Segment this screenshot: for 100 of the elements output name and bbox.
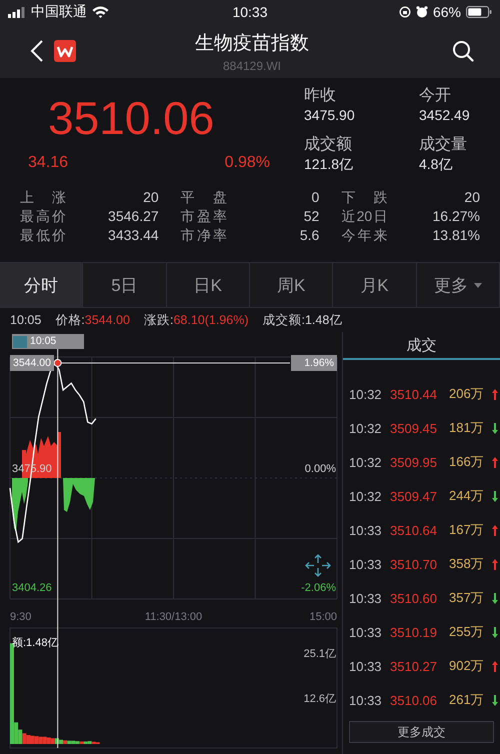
axis-label: 11:30/13:00	[144, 611, 202, 623]
wifi-icon	[92, 6, 109, 18]
trade-price: 3509.95	[390, 454, 438, 470]
up-arrow-icon	[492, 456, 498, 468]
stat-label: 最低价	[20, 227, 66, 244]
battery-icon	[466, 6, 492, 18]
cursor-time: 10:05	[10, 313, 42, 327]
change-percent: 0.98%	[224, 154, 270, 172]
chart-tab[interactable]: 日K	[166, 263, 250, 307]
info-label: 涨跌:	[144, 312, 174, 328]
trade-time: 10:32	[349, 386, 383, 402]
clock-time: 10:33	[232, 4, 268, 20]
field-value: 3452.49	[419, 106, 471, 124]
chart-tab[interactable]: 周K	[250, 263, 334, 307]
axis-label: 3404.26	[12, 582, 52, 594]
axis-label: 0.00%	[304, 463, 336, 475]
info-label: 成交额:	[262, 312, 305, 328]
field-value: 4.8亿	[419, 154, 454, 172]
axis-label: 12.6亿	[304, 693, 336, 705]
stat-value: 3433.44	[108, 227, 159, 244]
current-price: 3510.06	[47, 91, 216, 146]
chart-tab[interactable]: 5日	[83, 263, 167, 307]
field-label: 今开	[419, 86, 452, 106]
info-value: 68.10(1.96%)	[173, 313, 248, 327]
trade-volume: 181万	[449, 419, 485, 437]
stat-label: 下 跌	[341, 189, 388, 206]
trade-volume: 166万	[449, 453, 485, 471]
trade-time: 10:33	[349, 522, 383, 538]
trade-time: 10:33	[349, 692, 383, 708]
info-value: 1.48亿	[304, 312, 342, 328]
down-arrow-icon	[492, 422, 498, 434]
trade-volume: 902万	[449, 657, 485, 675]
stat-value: 5.6	[300, 227, 320, 244]
expand-icon[interactable]	[305, 554, 331, 577]
down-arrow-icon	[492, 592, 498, 604]
chart-tab[interactable]: 分时	[0, 263, 84, 307]
search-icon[interactable]	[452, 40, 474, 62]
trade-time: 10:33	[349, 624, 383, 640]
stat-label: 市净率	[180, 227, 227, 244]
stat-label: 市盈率	[180, 208, 227, 225]
stat-label: 上 涨	[20, 189, 66, 206]
trade-price: 3510.64	[390, 522, 438, 538]
rotation-lock-icon	[398, 6, 411, 18]
info-value: 3544.00	[84, 313, 130, 327]
trade-price: 3509.45	[390, 420, 438, 436]
field-label: 成交量	[419, 134, 468, 154]
trade-price: 3510.06	[390, 692, 438, 708]
trade-volume: 261万	[449, 691, 485, 709]
chart-tab[interactable]: 更多	[416, 263, 500, 307]
index-title: 生物疫苗指数	[195, 32, 309, 56]
back-icon[interactable]	[30, 39, 44, 63]
signal-icon	[8, 6, 26, 18]
trade-price: 3510.60	[390, 590, 438, 606]
chart-tab[interactable]: 月K	[333, 263, 417, 307]
battery-percent: 66%	[432, 4, 461, 20]
down-arrow-icon	[492, 626, 498, 638]
stat-value: 13.81%	[432, 227, 480, 244]
trade-price: 3510.70	[390, 556, 438, 572]
field-label: 成交额	[304, 134, 353, 154]
index-code: 884129.WI	[222, 58, 282, 72]
trade-time: 10:32	[349, 420, 383, 436]
trade-price: 3509.47	[390, 488, 438, 504]
alarm-icon	[416, 6, 428, 18]
trade-volume: 206万	[449, 385, 485, 403]
stat-label: 近20日	[341, 208, 388, 225]
trade-price: 3510.27	[390, 658, 438, 674]
stat-label: 平 盘	[180, 189, 227, 206]
crosshair-dot	[54, 358, 62, 367]
trade-volume: 358万	[449, 555, 485, 573]
trade-price: 3510.44	[390, 386, 438, 402]
up-arrow-icon	[492, 388, 498, 400]
trade-time: 10:33	[349, 590, 383, 606]
field-value: 3475.90	[304, 106, 356, 124]
trade-price: 3510.19	[390, 624, 438, 640]
trades-title: 成交	[406, 336, 436, 354]
stat-value: 52	[304, 208, 320, 225]
stat-value: 3546.27	[108, 208, 159, 225]
app-logo-icon	[54, 40, 76, 62]
trade-time: 10:32	[349, 454, 383, 470]
price-change: 34.16	[28, 154, 68, 172]
trade-volume: 244万	[449, 487, 485, 505]
crosshair-percent: 1.96%	[291, 354, 337, 371]
crosshair-price: 3544.00	[10, 354, 54, 371]
down-arrow-icon	[492, 490, 498, 502]
down-arrow-icon	[492, 694, 498, 706]
field-value: 121.8亿	[304, 154, 354, 172]
stat-label: 最高价	[20, 208, 66, 225]
info-label: 价格:	[55, 312, 85, 328]
axis-label: 25.1亿	[304, 648, 336, 660]
carrier-name: 中国联通	[31, 3, 87, 21]
caret-icon	[474, 282, 482, 288]
trade-time: 10:32	[349, 488, 383, 504]
axis-label: 9:30	[10, 611, 32, 623]
stat-label: 今年来	[341, 227, 388, 244]
more-trades-button[interactable]: 更多成交	[349, 721, 494, 743]
axis-label: 15:00	[309, 611, 337, 623]
up-arrow-icon	[492, 524, 498, 536]
crosshair-time: 10:05	[29, 334, 58, 349]
stat-value: 20	[143, 189, 159, 206]
axis-label: -2.06%	[301, 582, 336, 594]
